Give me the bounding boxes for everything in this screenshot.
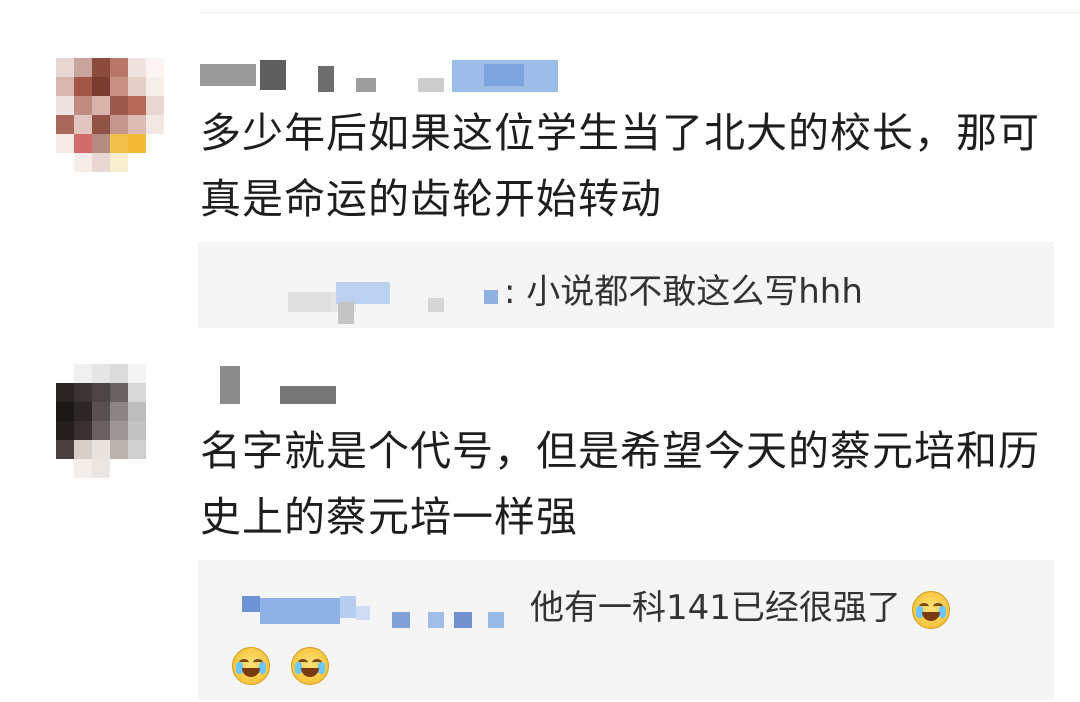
reply-username-blurred[interactable] — [198, 252, 498, 324]
reply-box[interactable]: 他有一科141已经很强了 — [198, 560, 1054, 700]
laughing-crying-emoji-icon — [290, 646, 329, 685]
username-blurred[interactable] — [200, 366, 350, 404]
divider-line — [200, 0, 1080, 13]
reply-text: 他有一科141已经很强了 — [530, 586, 950, 630]
avatar[interactable] — [56, 58, 164, 174]
comment-text: 名字就是个代号，但是希望今天的蔡元培和历史上的蔡元培一样强 — [200, 427, 1040, 541]
laughing-crying-emoji-icon — [232, 646, 270, 685]
reply-username-blurred[interactable] — [198, 590, 528, 630]
username-blurred[interactable] — [200, 60, 560, 96]
laughing-crying-emoji-icon — [911, 590, 950, 629]
avatar[interactable] — [56, 364, 164, 480]
comment-text: 多少年后如果这位学生当了北大的校长，那可真是命运的齿轮开始转动 — [200, 109, 1040, 223]
reply-text-content: 他有一科141已经很强了 — [530, 588, 901, 628]
reply-text: : 小说都不敢这么写hhh — [504, 272, 863, 312]
reply-box[interactable]: : 小说都不敢这么写hhh — [198, 242, 1054, 328]
reply-emoji-row — [232, 642, 329, 686]
